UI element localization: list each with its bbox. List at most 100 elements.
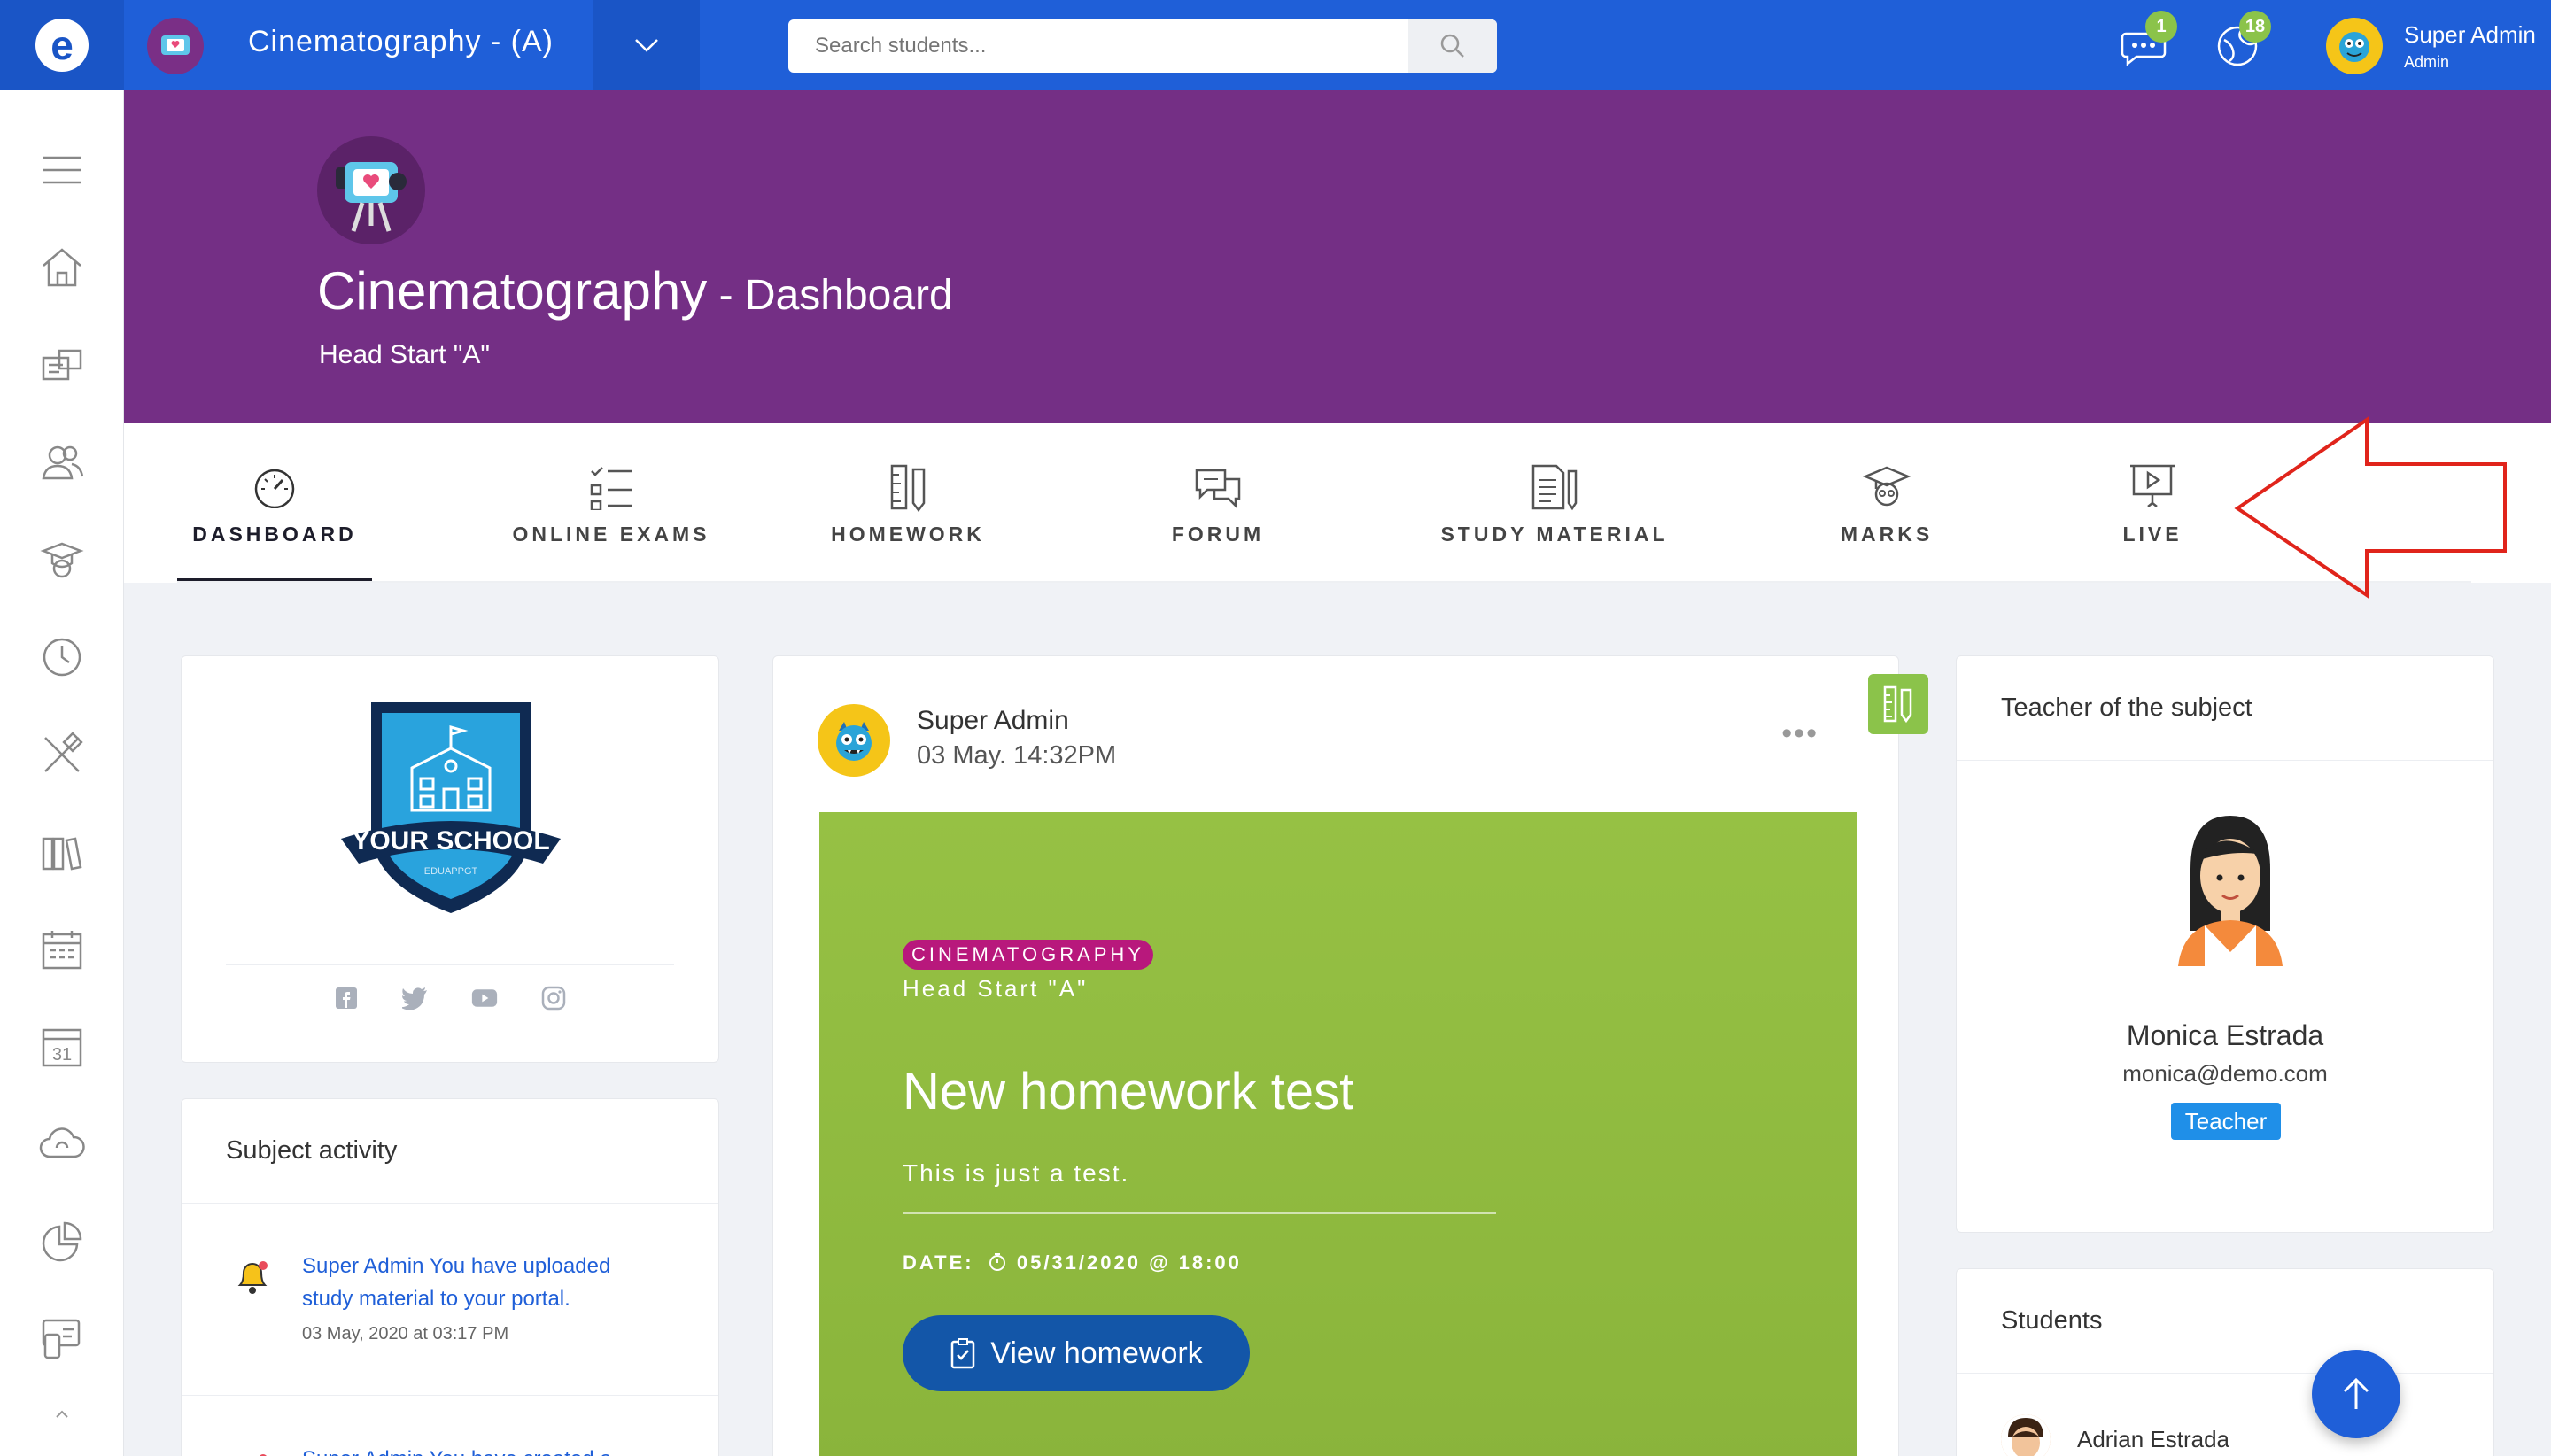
chevron-up-icon[interactable] bbox=[35, 1401, 89, 1428]
sidebar: 31 bbox=[0, 90, 124, 1456]
home-icon[interactable] bbox=[35, 241, 89, 294]
logo-icon: e bbox=[35, 19, 89, 72]
homework-due-date: DATE: 05/31/2020 @ 18:00 bbox=[903, 1251, 1242, 1274]
user-role: Admin bbox=[2404, 53, 2450, 71]
tools-icon[interactable] bbox=[35, 728, 89, 781]
post-author[interactable]: Super Admin bbox=[917, 706, 1069, 736]
globe-button[interactable]: 18 bbox=[2211, 11, 2271, 73]
page-subtitle: Dashboard bbox=[744, 272, 953, 319]
document-pencil-icon bbox=[1528, 461, 1581, 514]
chevron-down-icon bbox=[635, 39, 658, 52]
tab-label: HOMEWORK bbox=[831, 522, 985, 546]
bell-icon bbox=[260, 1454, 267, 1456]
homework-description: This is just a test. bbox=[903, 1159, 1130, 1187]
students-card: Students Adrian Estrada bbox=[1956, 1268, 2494, 1456]
homework-post-card: Super Admin 03 May. 14:32PM ••• CINEMATO… bbox=[772, 655, 1928, 1456]
arrow-up-icon bbox=[2343, 1377, 2369, 1409]
search-icon bbox=[1440, 34, 1464, 58]
instagram-icon[interactable] bbox=[540, 985, 567, 1011]
card-title: Subject activity bbox=[182, 1099, 718, 1204]
homework-banner: CINEMATOGRAPHY Head Start "A" New homewo… bbox=[819, 812, 1857, 1456]
post-date: 03 May. 14:32PM bbox=[917, 741, 1117, 770]
calendar-icon[interactable] bbox=[35, 923, 89, 976]
school-logo-subtext: EDUAPPGT bbox=[424, 866, 478, 877]
teacher-avatar bbox=[2178, 816, 2283, 966]
clock-icon[interactable] bbox=[35, 631, 89, 684]
card-title: Students bbox=[1957, 1269, 2493, 1374]
subject-activity-card: Subject activity Super Admin You have up… bbox=[181, 1098, 719, 1456]
homework-title: New homework test bbox=[903, 1063, 1354, 1120]
search-button[interactable] bbox=[1408, 19, 1497, 73]
tab-label: LIVE bbox=[2122, 522, 2183, 546]
view-homework-label: View homework bbox=[990, 1336, 1203, 1370]
tab-dashboard[interactable]: DASHBOARD bbox=[177, 423, 372, 583]
search-input[interactable] bbox=[788, 19, 1408, 73]
teacher-card: Teacher of the subject Monica Estrada mo… bbox=[1956, 655, 2494, 1233]
course-avatar bbox=[147, 18, 204, 74]
student-avatar bbox=[2001, 1414, 2051, 1456]
calendar-31-icon[interactable]: 31 bbox=[35, 1020, 89, 1073]
teacher-email[interactable]: monica@demo.com bbox=[1957, 1060, 2493, 1088]
subject-tabs: DASHBOARD ONLINE EXAMS HOMEWORK FORUM ST… bbox=[124, 423, 2551, 583]
monster-avatar-icon bbox=[836, 722, 872, 761]
ruler-pencil-icon bbox=[881, 461, 934, 514]
more-options-button[interactable]: ••• bbox=[1781, 716, 1818, 751]
tab-online-exams[interactable]: ONLINE EXAMS bbox=[478, 423, 744, 583]
tab-live[interactable]: LIVE bbox=[2090, 423, 2214, 583]
globe-badge: 18 bbox=[2239, 11, 2271, 43]
teacher-name[interactable]: Monica Estrada bbox=[1957, 1019, 2493, 1052]
user-name[interactable]: Super Admin bbox=[2404, 21, 2536, 49]
cloud-icon[interactable] bbox=[35, 1118, 89, 1171]
checklist-icon bbox=[585, 461, 638, 514]
tab-marks[interactable]: MARKS bbox=[1807, 423, 1966, 583]
annotation-arrow bbox=[2234, 416, 2507, 599]
tab-label: STUDY MATERIAL bbox=[1440, 522, 1669, 546]
title-separator: - bbox=[707, 272, 745, 319]
tab-study-material[interactable]: STUDY MATERIAL bbox=[1400, 423, 1710, 583]
tab-label: DASHBOARD bbox=[192, 522, 357, 546]
homework-class: Head Start "A" bbox=[903, 975, 1089, 1002]
user-avatar[interactable] bbox=[2326, 18, 2383, 74]
chat-button[interactable]: 1 bbox=[2117, 11, 2177, 73]
menu-toggle-icon[interactable] bbox=[35, 143, 89, 197]
scroll-top-button[interactable] bbox=[2312, 1350, 2400, 1438]
page-title: Cinematography - Dashboard bbox=[317, 260, 953, 321]
chat-phone-icon[interactable] bbox=[35, 1313, 89, 1366]
teacher-role-badge: Teacher bbox=[2171, 1103, 2281, 1140]
svg-text:31: 31 bbox=[52, 1045, 72, 1065]
top-bar: e Cinematography - (A) 1 18 Super Admin … bbox=[0, 0, 2551, 90]
tabs-divider bbox=[177, 581, 2471, 583]
facebook-icon[interactable] bbox=[333, 985, 360, 1011]
student-row[interactable]: Adrian Estrada bbox=[2001, 1414, 2229, 1456]
tab-forum[interactable]: FORUM bbox=[1134, 423, 1302, 583]
app-logo[interactable]: e bbox=[0, 0, 124, 90]
course-dropdown-button[interactable] bbox=[593, 0, 700, 90]
homework-type-badge bbox=[1868, 674, 1928, 734]
library-icon[interactable] bbox=[35, 825, 89, 879]
activity-item[interactable]: Super Admin You have uploaded study mate… bbox=[182, 1250, 718, 1344]
activity-text-line2: study material to your portal. bbox=[302, 1287, 570, 1311]
youtube-icon[interactable] bbox=[471, 985, 498, 1011]
view-homework-button[interactable]: View homework bbox=[903, 1315, 1250, 1391]
monster-avatar-icon bbox=[2339, 32, 2369, 62]
course-title[interactable]: Cinematography - (A) bbox=[248, 25, 554, 59]
clipboard-check-icon bbox=[951, 1338, 975, 1369]
tab-label: MARKS bbox=[1840, 522, 1934, 546]
school-logo-text: YOUR SCHOOL bbox=[352, 826, 549, 856]
activity-item[interactable]: Super Admin You have created a bbox=[182, 1443, 718, 1456]
camera-icon bbox=[161, 35, 190, 55]
search-box bbox=[788, 19, 1497, 73]
tab-homework[interactable]: HOMEWORK bbox=[797, 423, 1019, 583]
twitter-icon[interactable] bbox=[402, 985, 429, 1011]
subject-avatar bbox=[317, 136, 425, 244]
school-logo: YOUR SCHOOL EDUAPPGT bbox=[341, 702, 561, 913]
users-icon[interactable] bbox=[35, 436, 89, 489]
graduation-icon[interactable] bbox=[35, 533, 89, 586]
homework-divider bbox=[903, 1212, 1496, 1214]
school-card: YOUR SCHOOL EDUAPPGT bbox=[181, 655, 719, 1063]
group-name: Head Start "A" bbox=[319, 340, 491, 369]
pie-chart-icon[interactable] bbox=[35, 1215, 89, 1268]
chat-badge: 1 bbox=[2145, 11, 2177, 43]
mailbox-icon[interactable] bbox=[35, 338, 89, 391]
activity-time: 03 May, 2020 at 03:17 PM bbox=[302, 1324, 509, 1344]
